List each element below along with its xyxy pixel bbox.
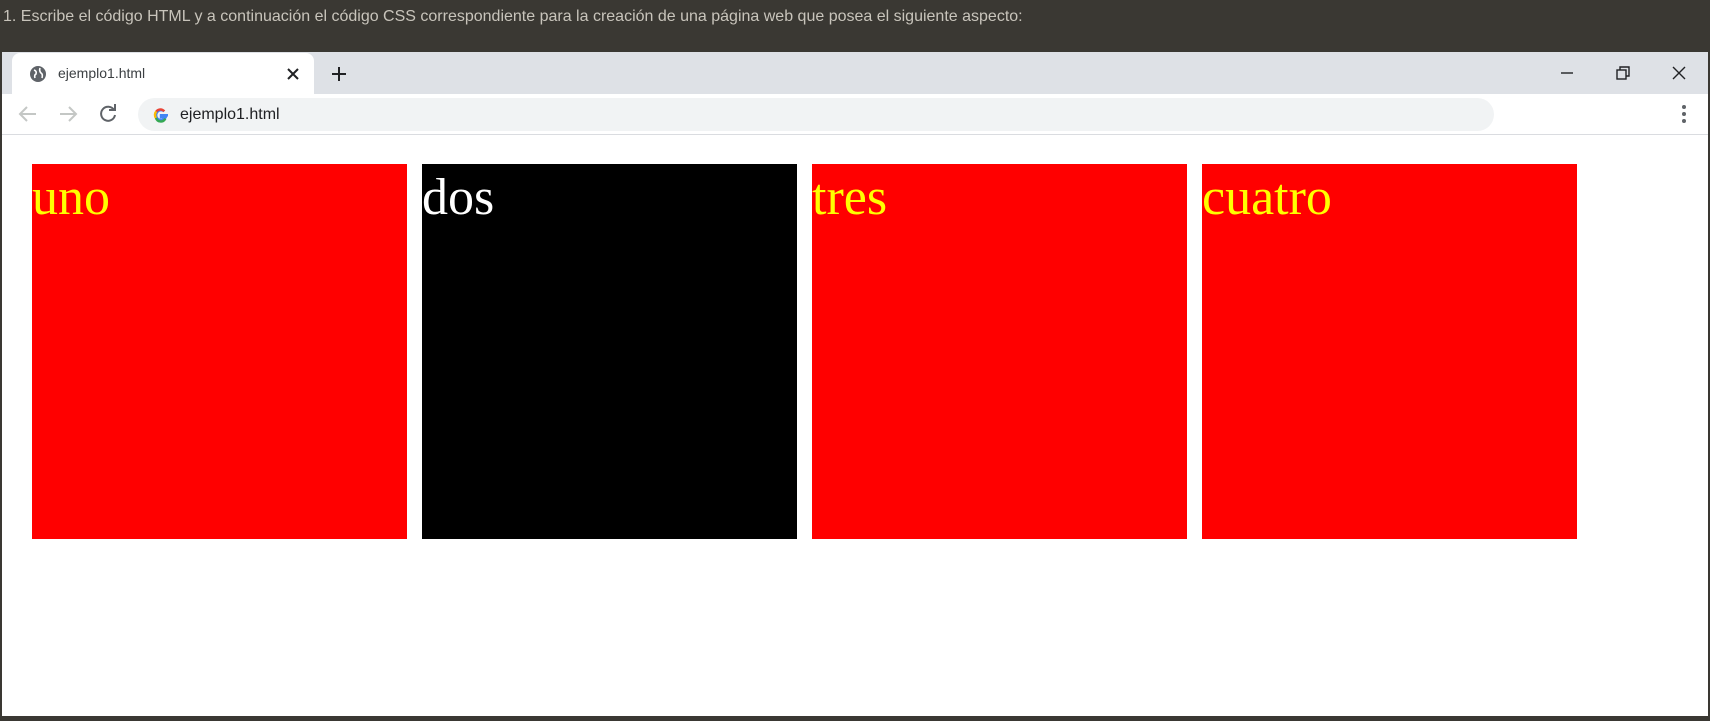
box-dos: dos [422,164,797,539]
minimize-icon[interactable] [1555,61,1579,85]
tab-title: ejemplo1.html [58,65,146,81]
google-icon [153,108,168,123]
address-bar[interactable]: ejemplo1.html [138,98,1494,131]
browser-window: ejemplo1.html ejemplo1.html uno dos tres… [2,52,1708,716]
url-text: ejemplo1.html [180,106,280,123]
page-viewport: uno dos tres cuatro [2,135,1708,716]
forward-icon[interactable] [56,102,80,126]
box-uno: uno [32,164,407,539]
tab-close-icon[interactable] [283,64,303,84]
tab-ejemplo1[interactable]: ejemplo1.html [12,53,314,94]
restore-icon[interactable] [1611,61,1635,85]
box-cuatro: cuatro [1202,164,1577,539]
tab-strip: ejemplo1.html [2,52,1708,94]
kebab-menu-icon[interactable] [1672,102,1696,126]
box-tres: tres [812,164,1187,539]
new-tab-icon[interactable] [328,63,350,85]
globe-icon [30,66,46,82]
exercise-instruction: 1. Escribe el código HTML y a continuaci… [3,8,1023,25]
browser-toolbar: ejemplo1.html [2,94,1708,135]
close-icon[interactable] [1667,61,1691,85]
reload-icon[interactable] [96,102,120,126]
back-icon[interactable] [16,102,40,126]
